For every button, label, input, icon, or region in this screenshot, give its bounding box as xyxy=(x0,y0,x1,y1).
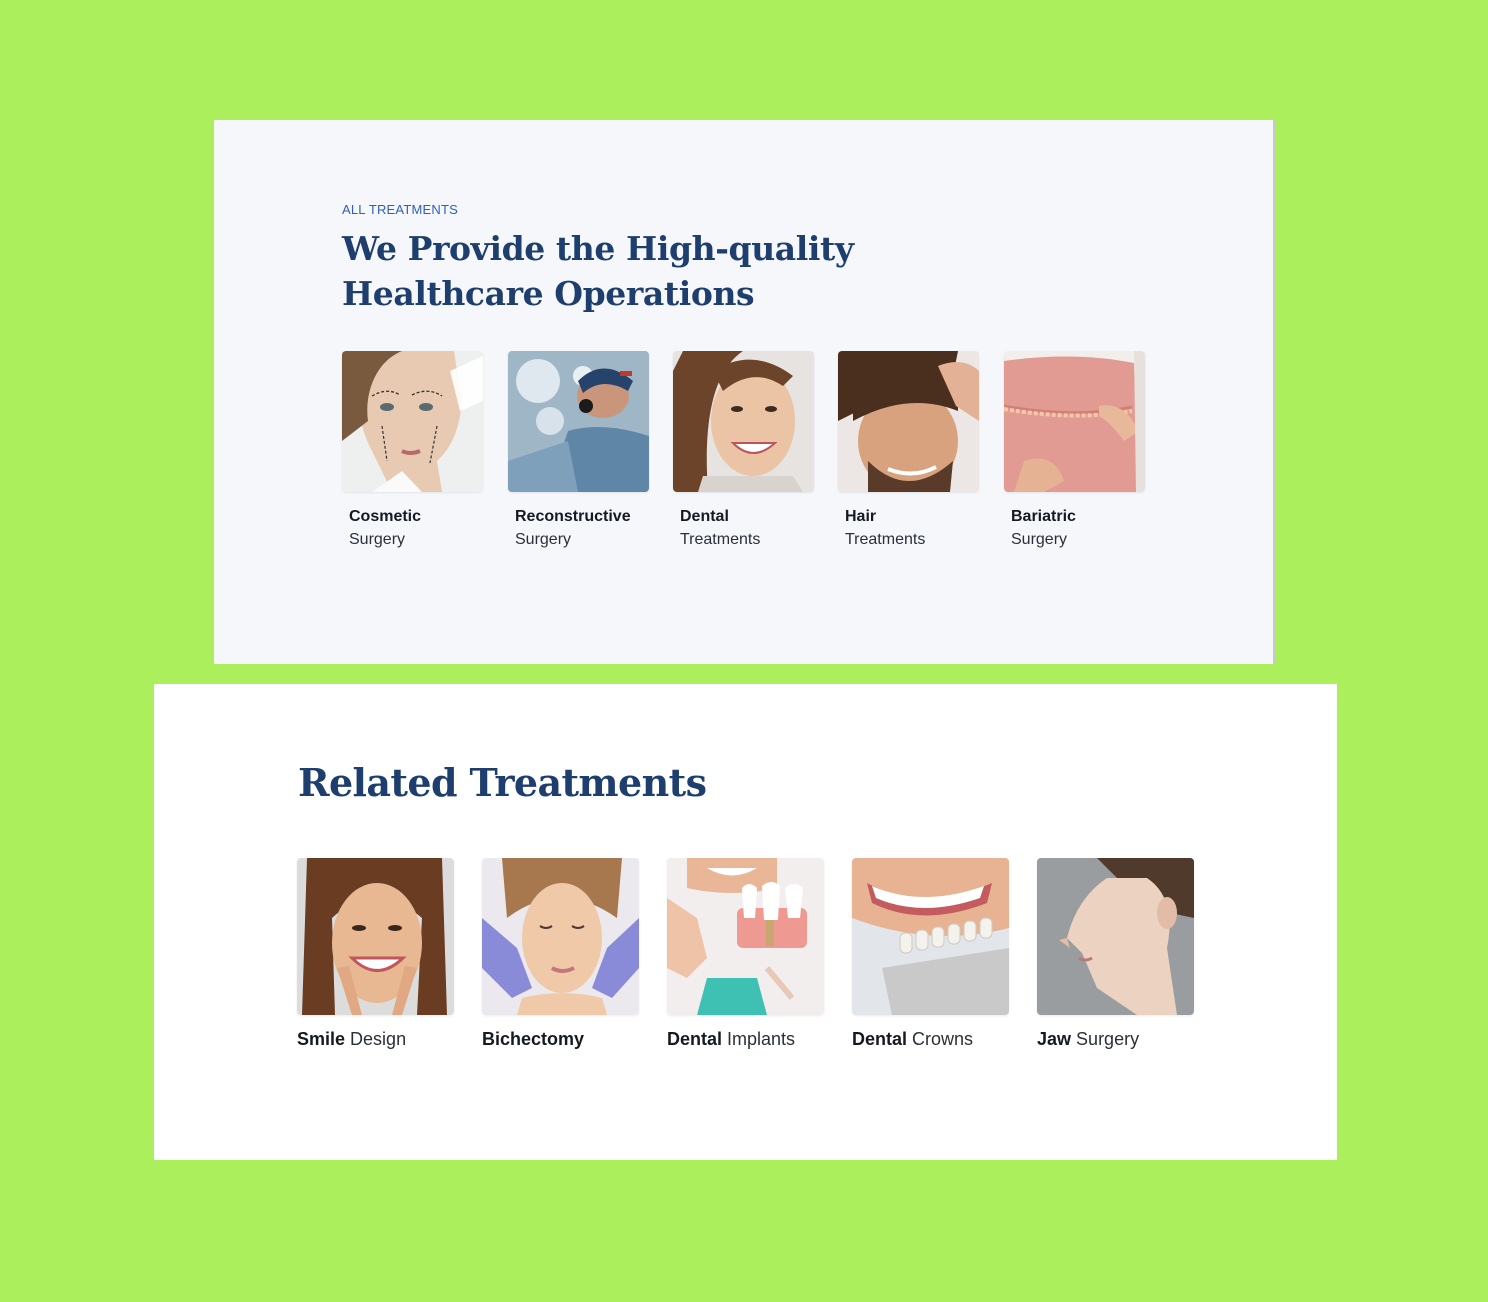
all-treatments-panel: ALL TREATMENTS We Provide the High-quali… xyxy=(214,120,1276,664)
related-card-jaw-surgery[interactable]: Jaw Surgery xyxy=(1037,858,1194,1050)
caption-bold: Dental xyxy=(852,1029,908,1049)
caption-bold: Hair xyxy=(845,508,877,525)
caption-bold: Jaw xyxy=(1037,1029,1072,1049)
caption-light: Implants xyxy=(727,1029,796,1049)
caption-light: Treatments xyxy=(845,531,926,548)
card-caption: Dental Crowns xyxy=(852,1029,1009,1050)
card-caption: Jaw Surgery xyxy=(1037,1029,1194,1050)
caption-light: Crowns xyxy=(912,1029,974,1049)
card-caption: Dental Treatments xyxy=(673,505,814,551)
caption-bold: Cosmetic xyxy=(349,508,422,525)
caption-light: Surgery xyxy=(515,531,572,548)
jaw-surgery-image xyxy=(1037,858,1194,1015)
reconstructive-surgery-image xyxy=(508,351,649,492)
section-heading: We Provide the High-quality Healthcare O… xyxy=(342,226,854,316)
hair-treatments-image xyxy=(838,351,979,492)
card-caption: Bariatric Surgery xyxy=(1004,505,1145,551)
card-caption: Hair Treatments xyxy=(838,505,979,551)
caption-bold: Bariatric xyxy=(1011,508,1076,525)
caption-light: Treatments xyxy=(680,531,761,548)
bichectomy-image xyxy=(482,858,639,1015)
caption-light: Design xyxy=(350,1029,407,1049)
dental-treatments-image xyxy=(673,351,814,492)
heading-line-1: We Provide the High-quality xyxy=(342,229,854,268)
caption-bold: Reconstructive xyxy=(515,508,631,525)
heading-line-2: Healthcare Operations xyxy=(342,274,755,313)
smile-design-image xyxy=(297,858,454,1015)
related-heading: Related Treatments xyxy=(298,760,707,805)
related-card-dental-implants[interactable]: Dental Implants xyxy=(667,858,824,1050)
bariatric-surgery-image xyxy=(1004,351,1145,492)
dental-crowns-image xyxy=(852,858,1009,1015)
card-caption: Reconstructive Surgery xyxy=(508,505,649,551)
caption-light: Surgery xyxy=(349,531,406,548)
treatment-card-bariatric[interactable]: Bariatric Surgery xyxy=(1004,351,1145,551)
dental-implants-image xyxy=(667,858,824,1015)
section-eyebrow: ALL TREATMENTS xyxy=(342,202,458,217)
card-caption: Cosmetic Surgery xyxy=(342,505,483,551)
card-caption: Smile Design xyxy=(297,1029,454,1050)
caption-light: Surgery xyxy=(1011,531,1068,548)
related-treatments-panel: Related Treatments Smile Design Bichecto… xyxy=(154,684,1337,1160)
cosmetic-surgery-image xyxy=(342,351,483,492)
caption-bold: Dental xyxy=(667,1029,723,1049)
caption-bold: Bichectomy xyxy=(482,1029,585,1049)
related-card-dental-crowns[interactable]: Dental Crowns xyxy=(852,858,1009,1050)
related-card-smile-design[interactable]: Smile Design xyxy=(297,858,454,1050)
treatment-card-hair[interactable]: Hair Treatments xyxy=(838,351,979,551)
caption-bold: Smile xyxy=(297,1029,346,1049)
treatment-card-cosmetic[interactable]: Cosmetic Surgery xyxy=(342,351,483,551)
related-card-bichectomy[interactable]: Bichectomy xyxy=(482,858,639,1050)
treatment-card-dental[interactable]: Dental Treatments xyxy=(673,351,814,551)
card-caption: Bichectomy xyxy=(482,1029,639,1050)
treatment-card-reconstructive[interactable]: Reconstructive Surgery xyxy=(508,351,649,551)
caption-bold: Dental xyxy=(680,508,729,525)
caption-light: Surgery xyxy=(1076,1029,1140,1049)
card-caption: Dental Implants xyxy=(667,1029,824,1050)
